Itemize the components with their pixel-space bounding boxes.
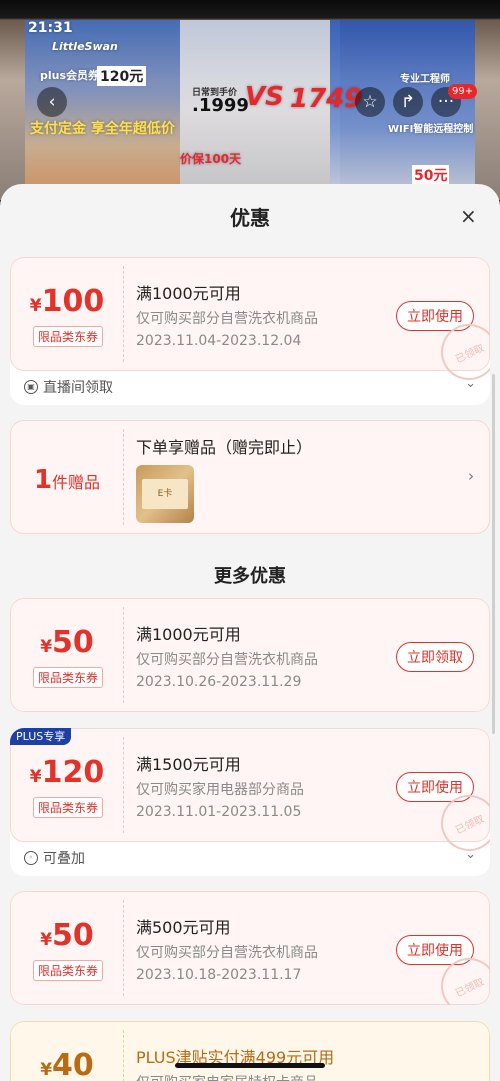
coupon-body: ¥40 PLUS津贴实付满499元可用 仅可购买家电家居特权卡商品 bbox=[10, 1021, 490, 1081]
coupon-amount: ¥50 bbox=[40, 625, 94, 660]
coupon-amount: ¥120 bbox=[29, 755, 105, 790]
coupon-card: ¥40 PLUS津贴实付满499元可用 仅可购买家电家居特权卡商品 bbox=[10, 1021, 490, 1081]
back-icon[interactable]: ‹ bbox=[37, 87, 67, 117]
chevron-down-icon[interactable]: ⌄ bbox=[465, 847, 476, 862]
wifi-text: WIFI智能远程控制 bbox=[388, 124, 474, 135]
coupon-scope: 仅可购买家电家居特权卡商品 bbox=[136, 1072, 318, 1081]
status-time: 21:31 bbox=[28, 20, 73, 36]
plus-badge: PLUS专享 bbox=[10, 728, 72, 745]
more-discounts-title: 更多优惠 bbox=[214, 566, 286, 587]
coupon-divider bbox=[123, 900, 124, 996]
scrollbar[interactable] bbox=[492, 374, 495, 734]
coupon-source: 直播间领取 bbox=[43, 380, 113, 396]
price-protect-text: 价保100天 bbox=[180, 152, 242, 166]
gift-count: 1件赠品 bbox=[33, 465, 101, 495]
stack-icon: ◦ bbox=[24, 851, 38, 865]
claim-now-button[interactable]: 立即领取 bbox=[396, 642, 474, 672]
promo-price: 1749 bbox=[290, 84, 363, 114]
vs-text: VS bbox=[245, 82, 284, 112]
coupon-body: ¥100 限品类东券 满1000元可用 仅可购买部分自营洗衣机商品 2023.1… bbox=[10, 257, 490, 390]
coupon-amount: ¥100 bbox=[29, 284, 105, 319]
share-icon[interactable]: ↱ bbox=[393, 87, 423, 117]
coupon-card: ¥50 限品类东券 满1000元可用 仅可购买部分自营洗衣机商品 2023.10… bbox=[10, 598, 490, 712]
coupon-scope: 仅可购买部分自营洗衣机商品 bbox=[136, 945, 318, 961]
engineer-text: 专业工程师 bbox=[400, 74, 450, 85]
coupon-footer[interactable]: ◦ 可叠加 ⌄ bbox=[10, 842, 490, 876]
coupon-amount: ¥50 bbox=[40, 918, 94, 953]
coupon-scope: 仅可购买部分自营洗衣机商品 bbox=[136, 652, 318, 668]
coupon-amount: ¥40 bbox=[40, 1048, 94, 1081]
coupon-threshold: 满1500元可用 bbox=[136, 755, 241, 774]
coupon-tag: 限品类东券 bbox=[33, 667, 104, 688]
coupon-tag: 限品类东券 bbox=[33, 326, 104, 347]
coupon-divider bbox=[123, 266, 124, 362]
chevron-right-icon[interactable]: › bbox=[468, 467, 474, 485]
coupon-dates: 2023.10.26-2023.11.29 bbox=[136, 674, 302, 690]
home-indicator bbox=[175, 1063, 325, 1068]
close-icon[interactable]: × bbox=[460, 204, 477, 228]
discount-sheet: 优惠 × ¥100 限品类东券 满1000元可用 仅可购买部分自营洗衣机商品 2… bbox=[0, 184, 500, 1081]
gift-divider bbox=[123, 429, 124, 525]
coupon-card: PLUS专享 ¥120 限品类东券 满1500元可用 仅可购买家用电器部分商品 … bbox=[10, 728, 490, 876]
right-amount: 50元 bbox=[412, 165, 450, 185]
coupon-divider bbox=[123, 737, 124, 833]
coupon-tag: 限品类东券 bbox=[33, 797, 104, 818]
coupon-threshold: 满1000元可用 bbox=[136, 284, 241, 303]
coupon-body: ¥120 限品类东券 满1500元可用 仅可购买家用电器部分商品 2023.11… bbox=[10, 728, 490, 861]
coupon-tag: 限品类东券 bbox=[33, 960, 104, 981]
coupon-card: ¥100 限品类东券 满1000元可用 仅可购买部分自营洗衣机商品 2023.1… bbox=[10, 257, 490, 405]
plus-coupon-text: plus会员券 bbox=[40, 69, 100, 82]
coupon-divider bbox=[123, 1030, 124, 1081]
coupon-stackable: 可叠加 bbox=[43, 851, 85, 867]
coupon-footer[interactable]: ▣ 直播间领取 ⌄ bbox=[10, 371, 490, 405]
coupon-dates: 2023.11.01-2023.11.05 bbox=[136, 804, 302, 820]
gift-card[interactable]: 1件赠品 下单享赠品（赠完即止） E卡 › bbox=[10, 420, 490, 534]
gift-title: 下单享赠品（赠完即止） bbox=[136, 438, 313, 457]
chevron-down-icon[interactable]: ⌄ bbox=[465, 376, 476, 391]
live-icon: ▣ bbox=[24, 380, 38, 394]
coupon-threshold: 满500元可用 bbox=[136, 918, 231, 937]
sheet-title: 优惠 bbox=[230, 206, 270, 230]
coupon-scope: 仅可购买部分自营洗衣机商品 bbox=[136, 311, 318, 327]
promo-line: 支付定金 享全年超低价 bbox=[30, 121, 175, 137]
coupon-divider bbox=[123, 607, 124, 703]
coupon-body: ¥50 限品类东券 满500元可用 仅可购买部分自营洗衣机商品 2023.10.… bbox=[10, 891, 490, 1005]
gift-thumbnail[interactable]: E卡 bbox=[136, 465, 194, 523]
gift-thumb-text: E卡 bbox=[142, 479, 188, 509]
coupon-body: ¥50 限品类东券 满1000元可用 仅可购买部分自营洗衣机商品 2023.10… bbox=[10, 598, 490, 712]
message-badge: 99+ bbox=[448, 84, 478, 99]
coupon-dates: 2023.11.04-2023.12.04 bbox=[136, 333, 302, 349]
coupon-dates: 2023.10.18-2023.11.17 bbox=[136, 967, 302, 983]
daily-price: .1999 bbox=[192, 95, 249, 116]
plus-amount-text: 120元 bbox=[97, 66, 147, 86]
product-banner: 21:31 LittleSwan plus会员券 120元 支付定金 享全年超低… bbox=[0, 0, 500, 200]
brand-logo: LittleSwan bbox=[52, 40, 118, 53]
coupon-threshold: 满1000元可用 bbox=[136, 625, 241, 644]
coupon-card: ¥50 限品类东券 满500元可用 仅可购买部分自营洗衣机商品 2023.10.… bbox=[10, 891, 490, 1005]
favorite-star-icon[interactable]: ☆ bbox=[355, 87, 385, 117]
coupon-scope: 仅可购买家用电器部分商品 bbox=[136, 782, 304, 798]
